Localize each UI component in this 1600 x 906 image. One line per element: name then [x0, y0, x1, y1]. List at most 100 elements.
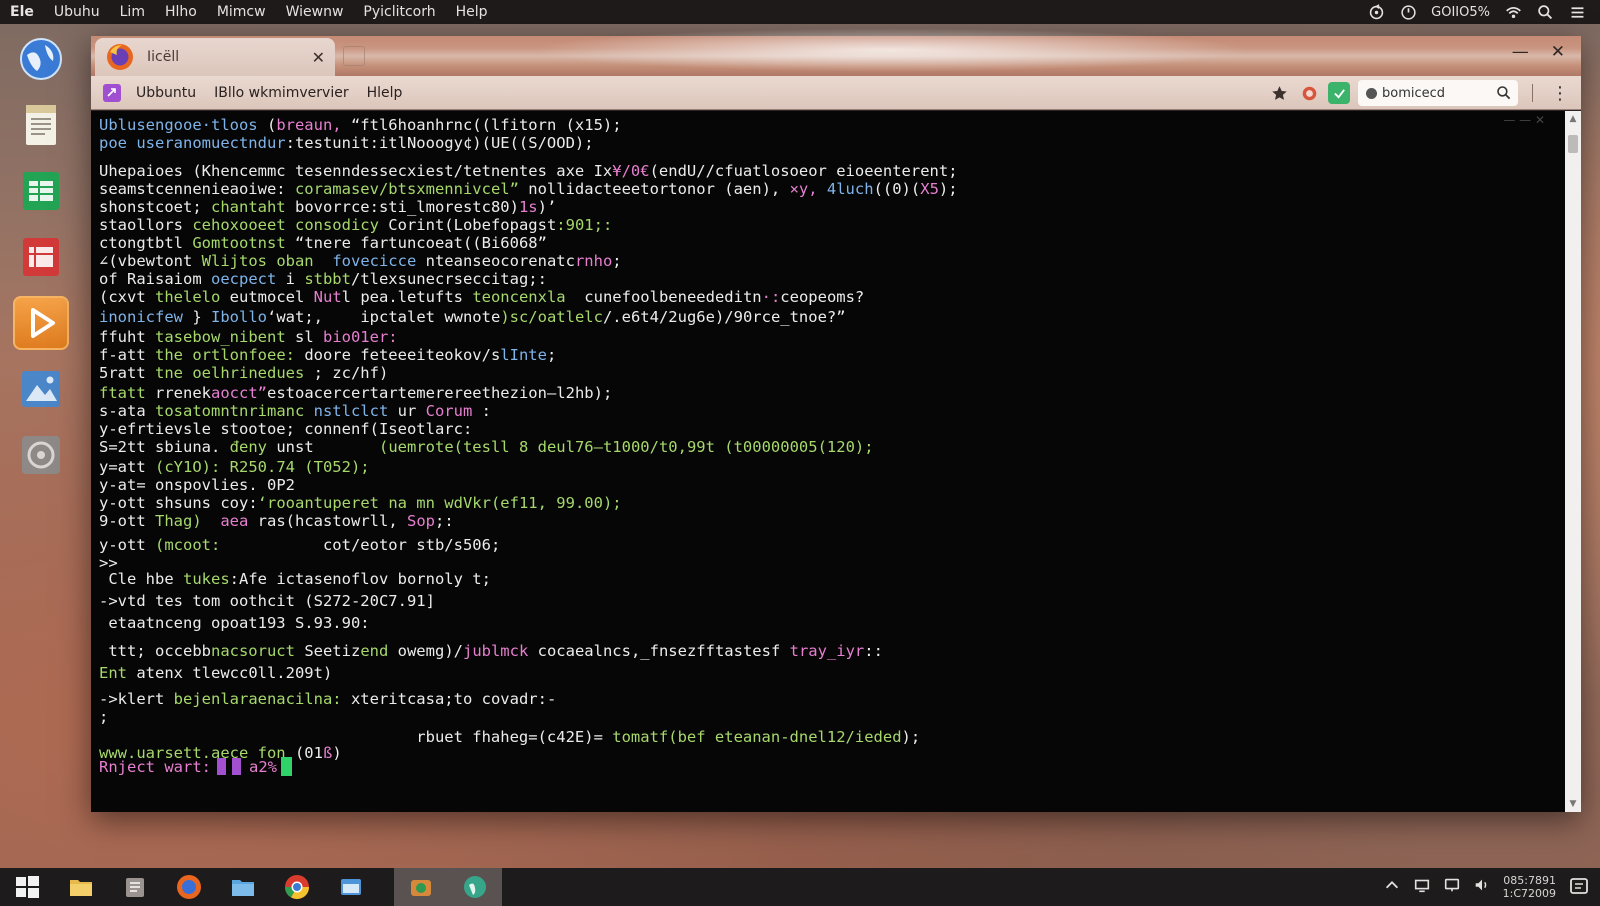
taskbar-firefox[interactable]: [162, 868, 216, 906]
terminal-line: y-ott shsuns coy:‘rooantuperet na mn wdV…: [99, 493, 622, 513]
start-button[interactable]: [0, 868, 54, 906]
terminal-text-segment: (endU/∕cfuatlosoeor eioeenterent;: [649, 162, 958, 180]
top-menu-item[interactable]: Pyiclitcorh: [353, 4, 445, 20]
taskbar-chrome[interactable]: [270, 868, 324, 906]
sync-icon[interactable]: [1367, 3, 1385, 21]
terminal-line: staollors cehoxooeet consodicy Corint(Lo…: [99, 215, 612, 235]
terminal-text-segment: coramasev/btsxmennivcel”: [285, 180, 519, 198]
search-icon[interactable]: [1536, 3, 1554, 21]
minimize-button[interactable]: —: [1512, 42, 1529, 62]
taskbar-window-manager[interactable]: [324, 868, 378, 906]
hamburger-menu-icon[interactable]: [1568, 3, 1586, 21]
terminal-text-segment: y-ott: [99, 494, 146, 512]
terminal-text-segment: ×y,: [789, 180, 818, 198]
terminal-text-segment: aea: [220, 512, 249, 530]
prompt-percent: a2%: [248, 757, 277, 776]
taskbar-active-browser[interactable]: [448, 868, 502, 906]
terminal-text-segment: :Afe ictasenoflov bornoly t;: [229, 570, 491, 588]
toolbar-right-group: ⋮: [1268, 76, 1573, 110]
browser-tab-active[interactable]: Iiсёll ✕: [95, 38, 335, 76]
dock-image-viewer[interactable]: [13, 362, 69, 416]
terminal-text-segment: ::: [864, 642, 883, 660]
dock-media-player[interactable]: [13, 296, 69, 350]
scroll-thumb[interactable]: [1568, 135, 1578, 153]
dock-browser-globe[interactable]: [13, 32, 69, 86]
more-menu-button[interactable]: ⋮: [1547, 83, 1573, 104]
taskbar-file-explorer[interactable]: [54, 868, 108, 906]
terminal-line: Cle hbe tukes:Afe ictasenoflov bornoly t…: [99, 569, 491, 589]
terminal-text-segment: );: [938, 180, 958, 198]
volume-icon[interactable]: [1473, 876, 1491, 898]
terminal-text-segment: nstlclct: [304, 402, 389, 420]
top-menu-item[interactable]: Mimcw: [207, 4, 276, 20]
terminal-text-segment: Cle hbe: [99, 570, 174, 588]
scroll-down-arrow[interactable]: ▼: [1565, 796, 1581, 812]
browser-menu-item[interactable]: IBllo wkmimvervier: [205, 85, 357, 101]
top-menu-item[interactable]: Help: [446, 4, 498, 20]
top-menu-item[interactable]: Ubuhu: [44, 4, 110, 20]
terminal-text-segment: “tnere fartuncoeat((Bi6068”: [285, 234, 547, 252]
terminal-text-segment: f-att: [99, 346, 146, 364]
terminal-line: ->vtd tes tom oothcit (S272-20C7.91]: [99, 591, 435, 611]
display-icon[interactable]: [1413, 876, 1431, 898]
terminal-text-segment: nteanseocorenatc: [416, 252, 575, 270]
image-viewer-icon: [22, 371, 60, 407]
top-menu-item[interactable]: Ele: [0, 4, 44, 20]
tab-close-button[interactable]: ✕: [312, 48, 325, 67]
terminal-area[interactable]: — — ✕ Ublusengooe·tloos (breaun, “ftl6ho…: [91, 111, 1581, 812]
top-menu-item[interactable]: Lim: [110, 4, 155, 20]
terminal-text-segment: 9-ott: [99, 512, 146, 530]
notification-icon[interactable]: [1568, 876, 1590, 898]
dock-spreadsheet[interactable]: [13, 164, 69, 218]
dock-text-editor[interactable]: [13, 98, 69, 152]
terminal-text-segment: estoacercertartemerereethezion–l2hb);: [267, 384, 613, 402]
top-menu-item[interactable]: Wiewnw: [276, 4, 354, 20]
check-extension-icon[interactable]: [1328, 82, 1350, 104]
taskbar-folder[interactable]: [216, 868, 270, 906]
terminal-text-segment: seamstcennenieaoiwe:: [99, 180, 286, 198]
terminal-text-segment: owemg: [388, 642, 445, 660]
close-button[interactable]: ✕: [1551, 42, 1565, 62]
dock-settings[interactable]: [13, 428, 69, 482]
terminal-text-segment: (cY1O): R250.74 (T052);: [145, 458, 370, 476]
terminal-line: shonstcoet; chantaht bovorrce:sti_lmores…: [99, 197, 556, 217]
chrome-icon: [285, 875, 309, 900]
terminal-text-segment: ß: [322, 744, 333, 762]
taskbar-archive[interactable]: [108, 868, 162, 906]
terminal-text-segment: sbiuna.: [145, 438, 221, 456]
terminal-line: poe useranomuectndur:testunit:itlNooogy¢…: [99, 133, 594, 153]
power-icon[interactable]: [1399, 3, 1417, 21]
clock-date: 1:C72009: [1502, 887, 1556, 900]
globe-icon: [464, 876, 486, 898]
terminal-text-segment: teoncenxla: [462, 288, 566, 306]
taskbar-photo-app[interactable]: [394, 868, 448, 906]
terminal-text-segment: }: [183, 308, 211, 326]
terminal-text-segment: cehoxooeet consodicy: [183, 216, 379, 234]
terminal-text-segment: ceopeoms?: [780, 288, 865, 306]
terminal-prompt[interactable]: Rnject wart: a2%: [99, 757, 292, 776]
search-box[interactable]: [1358, 80, 1518, 106]
terminal-text-segment: unst: [267, 438, 314, 456]
terminal-text-segment: (cxvt: [99, 288, 146, 306]
terminal-scrollbar[interactable]: ▲ ▼: [1565, 111, 1581, 812]
terminal-text-segment: y-at=: [99, 476, 146, 494]
spreadsheet-icon: [23, 172, 59, 210]
taskbar-clock[interactable]: 085:7891 1:C72009: [1503, 874, 1556, 900]
scroll-up-arrow[interactable]: ▲: [1565, 111, 1581, 127]
wifi-icon[interactable]: [1504, 3, 1522, 21]
browser-menu-item[interactable]: Ubbuntu: [127, 85, 205, 101]
browser-menu-item[interactable]: Hlelp: [358, 85, 412, 101]
search-icon[interactable]: [1496, 85, 1512, 101]
network-icon[interactable]: [1443, 876, 1461, 898]
new-tab-button[interactable]: [343, 46, 365, 66]
terminal-text-segment: ttt; occebb: [99, 642, 211, 660]
terminal-text-segment: Thag): [145, 512, 202, 530]
bookmark-star-icon[interactable]: [1268, 82, 1290, 104]
terminal-text-segment: bovorrce:sti_lmorestc80): [285, 198, 519, 216]
terminal-text-segment: cocaealncs,_fnsezfftastesf: [528, 642, 790, 660]
extension-shield-icon[interactable]: [1298, 82, 1320, 104]
top-menu-item[interactable]: Hlho: [155, 4, 207, 20]
chevron-up-icon[interactable]: [1383, 876, 1401, 898]
dock-presentation[interactable]: [13, 230, 69, 284]
search-input[interactable]: [1382, 85, 1496, 101]
